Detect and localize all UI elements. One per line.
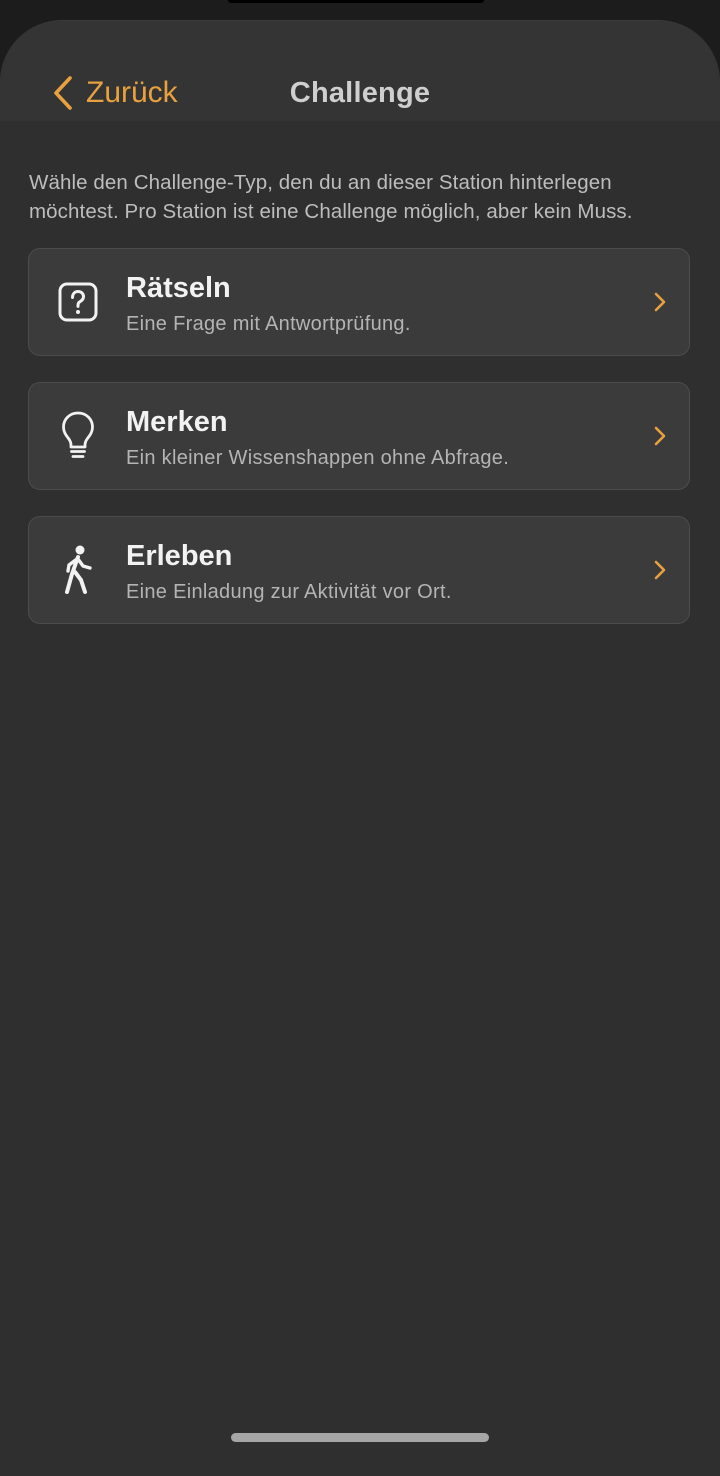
option-card-raetseln[interactable]: Rätseln Eine Frage mit Antwortprüfung.	[28, 248, 690, 356]
page-title: Challenge	[289, 77, 431, 109]
screen: Zurück Challenge Wähle den Challenge-Typ…	[0, 0, 720, 1476]
modal-sheet: Zurück Challenge Wähle den Challenge-Typ…	[0, 20, 720, 1476]
option-title: Erleben	[126, 540, 233, 572]
option-card-erleben[interactable]: Erleben Eine Einladung zur Aktivität vor…	[28, 516, 690, 624]
option-subtitle: Eine Einladung zur Aktivität vor Ort.	[126, 581, 452, 603]
home-indicator[interactable]	[231, 1433, 489, 1442]
intro-description: Wähle den Challenge-Typ, den du an diese…	[29, 171, 633, 223]
device-notch	[228, 0, 484, 3]
navigation-bar: Zurück Challenge	[0, 21, 720, 121]
question-mark-square-icon	[55, 277, 101, 327]
option-title: Merken	[126, 406, 228, 438]
option-subtitle: Ein kleiner Wissenshappen ohne Abfrage.	[126, 447, 510, 469]
lightbulb-icon	[55, 411, 101, 461]
option-subtitle: Eine Frage mit Antwortprüfung.	[126, 313, 411, 335]
chevron-right-icon	[653, 425, 667, 447]
option-title: Rätseln	[126, 272, 231, 304]
chevron-right-icon	[653, 559, 667, 581]
chevron-right-icon	[653, 291, 667, 313]
walking-person-icon	[55, 545, 101, 595]
option-card-merken[interactable]: Merken Ein kleiner Wissenshappen ohne Ab…	[28, 382, 690, 490]
